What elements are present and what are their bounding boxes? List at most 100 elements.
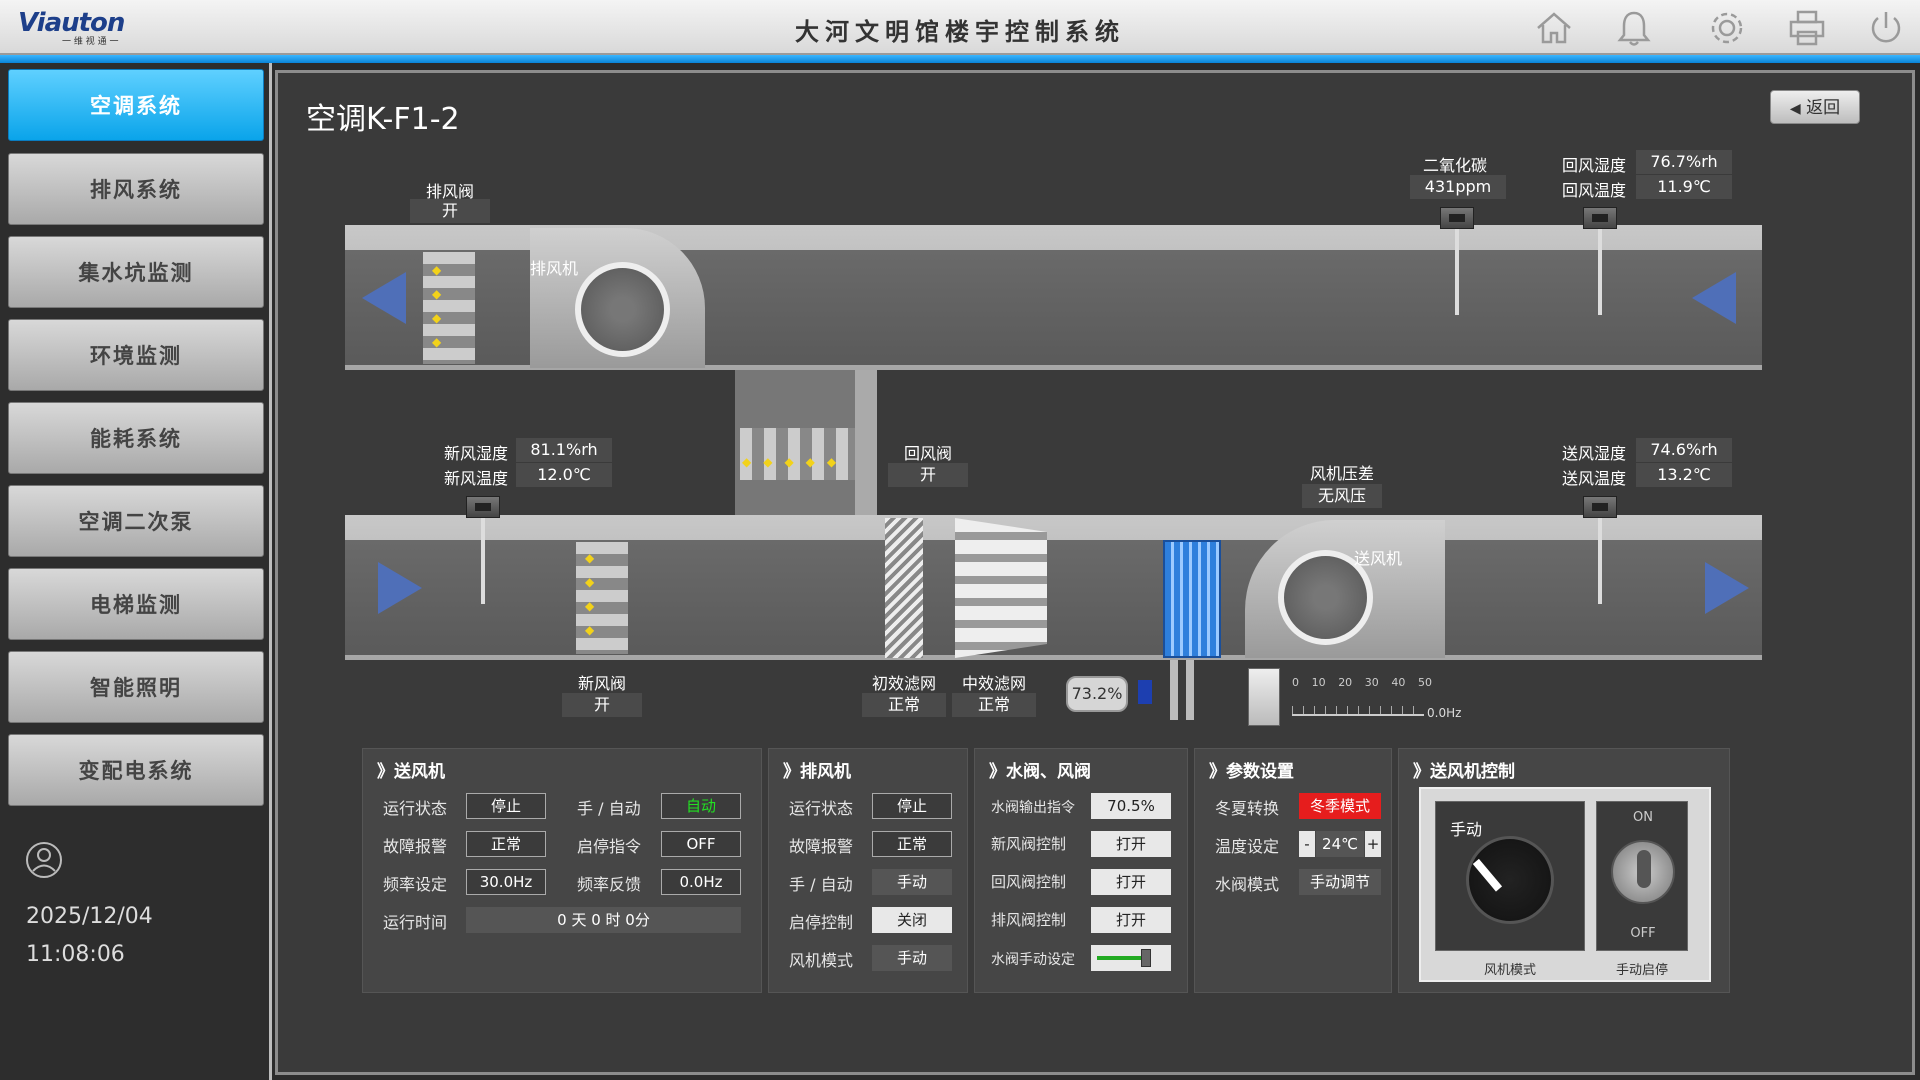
valve-mode-value[interactable]: 手动调节 [1299,869,1381,895]
fault-value: 正常 [466,831,546,857]
exhaust-start-ctrl-button[interactable]: 关闭 [872,907,952,933]
sidebar-item-environment[interactable]: 环境监测 [8,319,264,391]
fault-label: 故障报警 [383,837,448,856]
vfd-reading: 0.0Hz [1427,706,1462,720]
run-state-label: 运行状态 [383,799,448,818]
slider-fill [1097,956,1146,960]
freq-set-input[interactable]: 30.0Hz [466,869,546,895]
sidebar-item-sump[interactable]: 集水坑监测 [8,236,264,308]
medium-filter-graphic [955,518,1047,658]
temp-minus-button[interactable]: - [1299,831,1315,857]
manual-start-switch[interactable] [1611,840,1675,904]
vfd-device-icon [1248,668,1280,726]
knob-label: 手动 [1450,820,1483,839]
start-cmd-label: 启停指令 [577,837,642,856]
exhaust-ctrl-button[interactable]: 打开 [1091,907,1171,933]
water-cmd-value: 70.5% [1091,793,1171,819]
switch-caption: 手动启停 [1615,963,1668,978]
mode-label: 手 / 自动 [577,799,641,818]
mixing-damper-graphic [740,428,855,480]
return-ctrl-label: 回风阀控制 [991,873,1067,891]
vfd-scale-tick: 10 [1311,676,1326,689]
sidebar-item-lighting[interactable]: 智能照明 [8,651,264,723]
fan-mode-knob[interactable] [1466,836,1554,924]
top-bar: Viauton 一 维 视 通 一 大河文明馆楼宇控制系统 [0,0,1920,55]
fresh-ctrl-button[interactable]: 打开 [1091,831,1171,857]
exhaust-mode-label: 手 / 自动 [789,875,853,894]
run-state-value: 停止 [466,793,546,819]
co2-sensor-icon [1440,207,1474,229]
home-icon[interactable] [1532,8,1576,48]
gear-icon[interactable] [1705,8,1749,48]
water-valve-slider[interactable] [1091,945,1171,971]
return-air-probe [1598,229,1602,315]
damper-indicator-icon: ◆ ◆ ◆ ◆ [432,263,442,349]
return-ctrl-button[interactable]: 打开 [1091,869,1171,895]
runtime-value: 0 天 0 时 0分 [466,907,741,933]
vfd-scale-tick: 0 [1292,676,1299,689]
supply-temp-value: 13.2℃ [1636,463,1732,487]
season-toggle[interactable]: 冬季模式 [1299,793,1381,819]
back-button[interactable]: ◀ 返回 [1770,90,1860,124]
fresh-damper-label: 新风阀 [577,674,626,693]
power-icon[interactable] [1864,8,1908,48]
supply-temp-label: 送风温度 [1561,469,1626,488]
knob-caption: 风机模式 [1483,963,1536,978]
sidebar-item-elevator[interactable]: 电梯监测 [8,568,264,640]
bell-icon[interactable] [1612,8,1656,48]
fresh-temp-label: 新风温度 [443,469,508,488]
valve-pipe [1170,660,1178,720]
valve-mode-label: 水阀模式 [1215,875,1280,894]
medium-filter-label: 中效滤网 [961,674,1026,693]
temp-plus-button[interactable]: + [1365,831,1381,857]
primary-filter-label: 初效滤网 [871,674,936,693]
valve-actuator-icon [1138,680,1152,704]
primary-filter-value: 正常 [862,693,946,717]
exhaust-start-ctrl-label: 启停控制 [789,913,854,932]
exhaust-mode-value: 手动 [872,869,952,895]
fan-pressure-value: 无风压 [1302,484,1382,508]
sidebar-item-secondary-pump[interactable]: 空调二次泵 [8,485,264,557]
user-icon[interactable] [24,840,64,880]
coil-graphic [1163,540,1221,658]
manual-set-label: 水阀手动设定 [991,952,1075,968]
freq-set-label: 频率设定 [383,875,448,894]
vfd-scale-tick: 20 [1338,676,1353,689]
exhaust-damper-value: 开 [410,199,490,223]
return-airflow-arrow-icon [1692,272,1736,324]
valve-opening-display: 73.2% [1066,676,1128,712]
manual-start-switch-box: ON OFF [1596,801,1688,951]
back-label: 返回 [1806,98,1841,118]
supply-humidity-label: 送风湿度 [1561,444,1626,463]
start-cmd-value: OFF [661,831,741,857]
params-panel: 》参数设置 冬夏转换 冬季模式 温度设定 - 24℃ + 水阀模式 手动调节 [1194,748,1392,993]
vfd-scale: 0 10 20 30 40 50 [1292,676,1432,689]
freq-fb-value: 0.0Hz [661,869,741,895]
temp-set-value: 24℃ [1316,831,1364,857]
sidebar-item-energy[interactable]: 能耗系统 [8,402,264,474]
fresh-damper-indicator-icon: ◆ ◆ ◆ ◆ [585,551,595,637]
sidebar-item-exhaust[interactable]: 排风系统 [8,153,264,225]
supply-duct-inner [345,540,1762,655]
return-damper-label: 回风阀 [903,444,952,463]
printer-icon[interactable] [1785,8,1829,48]
vfd-bar [1292,694,1424,716]
supply-fan-panel-title: 》送风机 [377,762,445,782]
fresh-ctrl-label: 新风阀控制 [991,835,1067,853]
sidebar-item-power[interactable]: 变配电系统 [8,734,264,806]
slider-thumb[interactable] [1141,949,1151,967]
exhaust-damper-graphic [423,252,475,364]
exhaust-fan-panel: 》排风机 运行状态 停止 故障报警 正常 手 / 自动 手动 启停控制 关闭 风… [768,748,968,993]
fresh-air-probe [481,518,485,604]
fresh-airflow-arrow-icon [378,562,422,614]
co2-label: 二氧化碳 [1422,156,1487,175]
mixing-damper-indicator-icon: ◆◆◆◆◆ [742,455,849,469]
return-humidity-label: 回风湿度 [1561,156,1626,175]
valves-panel: 》水阀、风阀 水阀输出指令 70.5% 新风阀控制 打开 回风阀控制 打开 排风… [974,748,1188,993]
toggle-lever-icon [1637,850,1651,888]
exhaust-fault-value: 正常 [872,831,952,857]
knob-pointer-icon [1472,858,1503,892]
exhaust-airflow-arrow-icon [362,272,406,324]
supply-air-sensor-icon [1583,496,1617,518]
sidebar-item-hvac[interactable]: 空调系统 [8,69,264,141]
